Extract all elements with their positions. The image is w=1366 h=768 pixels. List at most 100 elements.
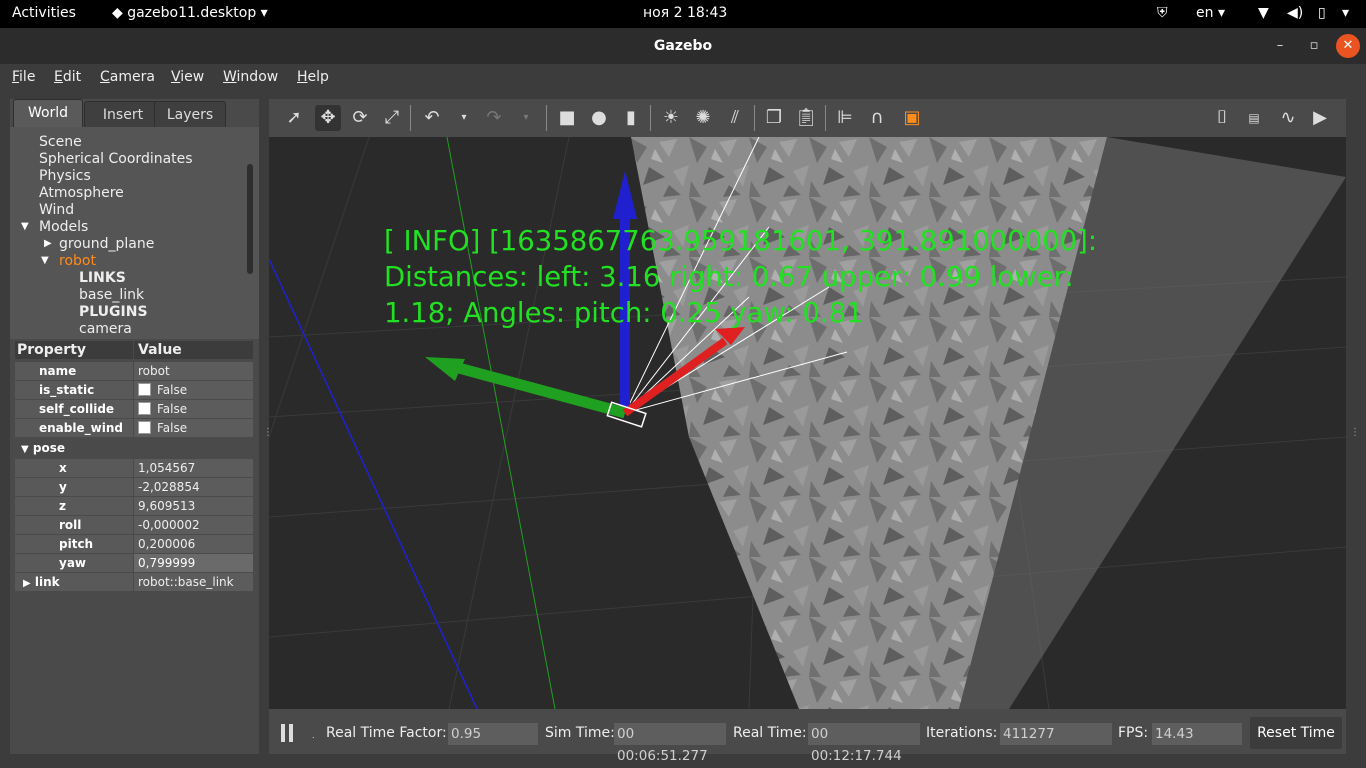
- tree-item-models[interactable]: Models: [39, 219, 88, 235]
- tree-item-base-link[interactable]: base_link: [79, 287, 144, 303]
- translate-mode-icon[interactable]: ✥: [315, 105, 341, 131]
- property-key: x: [15, 459, 133, 477]
- copy-icon[interactable]: ❐: [761, 105, 787, 131]
- step-indicator: .: [312, 731, 315, 740]
- 3d-scene[interactable]: [ INFO] [1635867763.959181601, 391.89100…: [269, 137, 1346, 709]
- left-panel: World Insert Layers Scene Spherical Coor…: [10, 99, 259, 754]
- language-label: en: [1196, 5, 1214, 21]
- menu-view[interactable]: View: [171, 69, 204, 85]
- collapse-arrow-icon[interactable]: ▼: [21, 444, 29, 455]
- point-light-icon[interactable]: ☀: [658, 105, 684, 131]
- is-static-checkbox[interactable]: [138, 383, 151, 396]
- checkbox-label: False: [157, 383, 188, 397]
- app-name: gazebo11.desktop: [127, 5, 257, 21]
- close-button[interactable]: ✕: [1336, 34, 1360, 58]
- tree-item-wind[interactable]: Wind: [39, 202, 74, 218]
- spot-light-icon[interactable]: ✺: [690, 105, 716, 131]
- property-value[interactable]: 1,054567: [134, 459, 253, 477]
- collapse-arrow-icon[interactable]: ▼: [21, 221, 29, 232]
- property-value: [134, 439, 253, 457]
- tree-item-spherical-coordinates[interactable]: Spherical Coordinates: [39, 151, 193, 167]
- property-value[interactable]: 0,799999: [134, 554, 253, 572]
- sim-time-label: Sim Time:: [545, 725, 615, 741]
- property-key: y: [15, 478, 133, 496]
- property-column-header: Property: [15, 341, 133, 359]
- log-icon[interactable]: ▤: [1241, 105, 1267, 131]
- redo-icon[interactable]: ↷: [481, 105, 507, 131]
- redo-history-icon[interactable]: ▾: [513, 105, 539, 131]
- battery-icon[interactable]: ▯: [1318, 5, 1326, 21]
- iterations-field: 411277: [1000, 723, 1112, 745]
- screenshot-icon[interactable]: ⌷: [1209, 105, 1235, 131]
- snap-icon[interactable]: ∩: [864, 105, 890, 131]
- tree-scrollbar[interactable]: [247, 164, 253, 274]
- pause-button[interactable]: [281, 724, 295, 742]
- tab-insert[interactable]: Insert: [84, 101, 162, 127]
- menu-camera[interactable]: Camera: [100, 69, 155, 85]
- property-row-self-collide: self_collide False: [15, 400, 253, 418]
- property-row-link[interactable]: ▶ link robot::base_link: [15, 573, 253, 591]
- property-row-pitch: pitch 0,200006: [15, 535, 253, 553]
- align-icon[interactable]: ⊫: [832, 105, 858, 131]
- expand-arrow-icon[interactable]: ▶: [44, 238, 52, 249]
- tree-item-scene[interactable]: Scene: [39, 134, 82, 150]
- tree-item-physics[interactable]: Physics: [39, 168, 91, 184]
- pause-icon: [289, 724, 293, 742]
- rotate-mode-icon[interactable]: ⟳: [347, 105, 373, 131]
- select-mode-icon[interactable]: ➚: [281, 105, 307, 131]
- language-indicator[interactable]: en ▾: [1196, 5, 1225, 21]
- property-value[interactable]: robot: [134, 362, 253, 380]
- shield-icon[interactable]: ⛨: [1157, 5, 1168, 21]
- splitter-handle-left[interactable]: ⋮: [263, 420, 273, 438]
- property-value: False: [134, 419, 253, 437]
- activities-button[interactable]: Activities: [12, 5, 76, 21]
- menu-window[interactable]: Window: [223, 69, 278, 85]
- box-shape-icon[interactable]: ■: [554, 105, 580, 131]
- property-row-yaw: yaw 0,799999: [15, 554, 253, 572]
- toolbar-separator: [754, 105, 755, 131]
- toolbar-separator: [546, 105, 547, 131]
- value-column-header: Value: [134, 341, 253, 359]
- property-row-pose[interactable]: ▼ pose: [15, 439, 253, 457]
- plot-icon[interactable]: ∿: [1275, 105, 1301, 131]
- directional-light-icon[interactable]: ⫽: [722, 105, 748, 131]
- expand-arrow-icon[interactable]: ▶: [23, 578, 31, 589]
- property-value[interactable]: 9,609513: [134, 497, 253, 515]
- property-value[interactable]: -2,028854: [134, 478, 253, 496]
- chevron-down-icon[interactable]: ▾: [1342, 5, 1349, 21]
- menu-file[interactable]: File: [12, 69, 35, 85]
- tree-item-ground-plane[interactable]: ground_plane: [59, 236, 154, 252]
- tree-item-atmosphere[interactable]: Atmosphere: [39, 185, 124, 201]
- clock[interactable]: ноя 2 18:43: [643, 5, 727, 21]
- reset-time-button[interactable]: Reset Time: [1250, 717, 1342, 749]
- maximize-button[interactable]: ▫: [1302, 34, 1326, 58]
- menu-edit[interactable]: Edit: [54, 69, 81, 85]
- property-row-is-static: is_static False: [15, 381, 253, 399]
- splitter-handle-right[interactable]: ⋮: [1350, 420, 1360, 438]
- paste-icon[interactable]: 📋︎: [793, 105, 819, 131]
- menu-help[interactable]: Help: [297, 69, 329, 85]
- undo-history-icon[interactable]: ▾: [451, 105, 477, 131]
- video-record-icon[interactable]: ▶: [1307, 105, 1333, 131]
- property-value[interactable]: 0,200006: [134, 535, 253, 553]
- sphere-shape-icon[interactable]: ●: [586, 105, 612, 131]
- wifi-icon[interactable]: ▼: [1258, 5, 1269, 21]
- tab-layers[interactable]: Layers: [154, 101, 226, 127]
- tree-item-camera[interactable]: camera: [79, 321, 132, 337]
- app-menu[interactable]: ◆ gazebo11.desktop ▾: [112, 5, 268, 21]
- iterations-label: Iterations:: [926, 725, 998, 741]
- enable-wind-checkbox[interactable]: [138, 421, 151, 434]
- view-angle-icon[interactable]: ▣: [899, 105, 925, 131]
- property-key: self_collide: [15, 400, 133, 418]
- volume-icon[interactable]: ◀): [1287, 5, 1303, 21]
- property-value[interactable]: -0,000002: [134, 516, 253, 534]
- collapse-arrow-icon[interactable]: ▼: [41, 255, 49, 266]
- tree-item-robot[interactable]: robot: [59, 253, 96, 269]
- cylinder-shape-icon[interactable]: ▮: [618, 105, 644, 131]
- minimize-button[interactable]: –: [1268, 34, 1292, 58]
- property-value: False: [134, 381, 253, 399]
- undo-icon[interactable]: ↶: [419, 105, 445, 131]
- self-collide-checkbox[interactable]: [138, 402, 151, 415]
- scale-mode-icon[interactable]: ⤢: [379, 105, 405, 131]
- tab-world[interactable]: World: [13, 99, 83, 127]
